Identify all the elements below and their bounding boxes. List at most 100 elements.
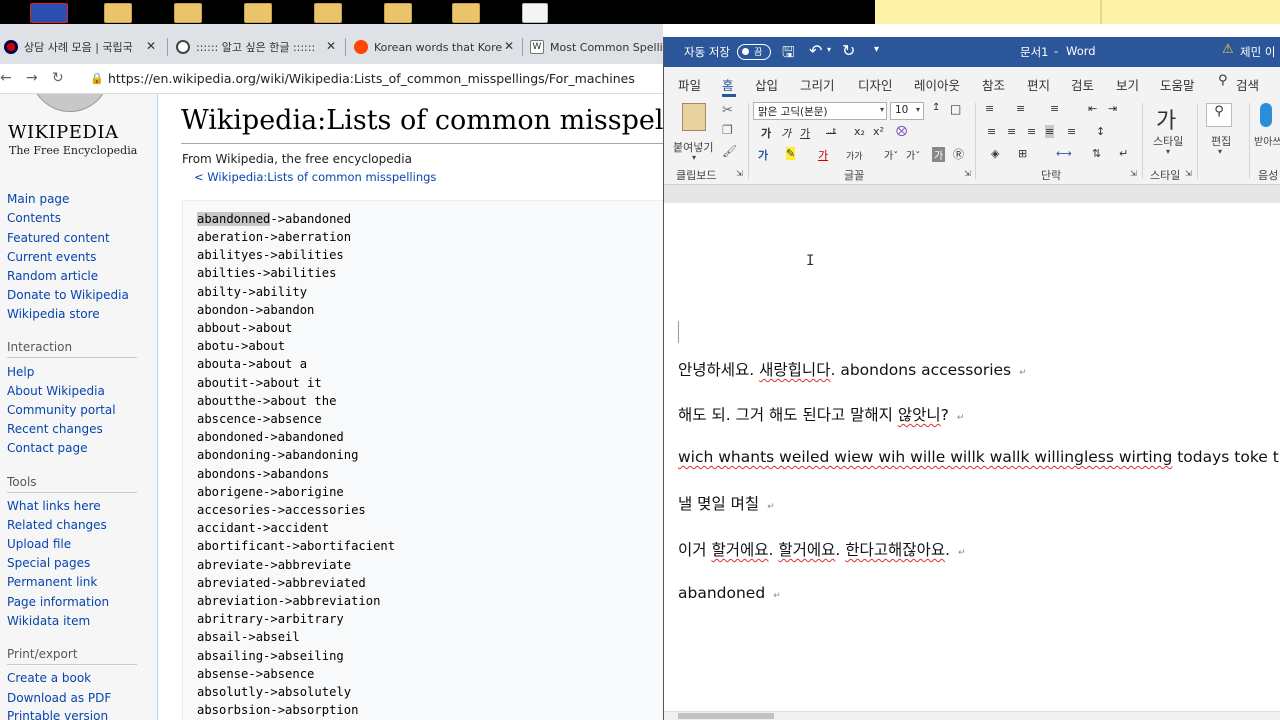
subscript-icon[interactable]: x₂	[854, 125, 865, 138]
sidebar-link-special-pages[interactable]: Special pages	[7, 556, 90, 570]
dialog-launcher-icon[interactable]: ⇲	[1130, 169, 1137, 178]
superscript-icon[interactable]: x²	[873, 125, 884, 138]
document-paragraph[interactable]: wich whants weiled wiew wih wille willk …	[678, 448, 1279, 466]
sidebar-link-random[interactable]: Random article	[7, 269, 98, 283]
sidebar-link-download-pdf[interactable]: Download as PDF	[7, 691, 111, 705]
sidebar-link-contact[interactable]: Contact page	[7, 441, 87, 455]
save-icon[interactable]: 🖫	[782, 42, 795, 67]
sidebar-link-store[interactable]: Wikipedia store	[7, 307, 100, 321]
dialog-launcher-icon[interactable]: ⇲	[736, 169, 743, 178]
undo-dropdown-icon[interactable]: ▾	[827, 45, 831, 54]
decrease-indent-icon[interactable]: ⇤	[1088, 102, 1097, 115]
tab-search[interactable]: 검색	[1236, 75, 1259, 94]
desktop-folder-icon[interactable]	[104, 3, 132, 23]
underline-icon[interactable]: 가	[800, 125, 810, 141]
sidebar-link-page-info[interactable]: Page information	[7, 595, 109, 609]
paste-icon[interactable]	[682, 103, 706, 131]
sidebar-link-what-links-here[interactable]: What links here	[7, 499, 101, 513]
sidebar-link-upload[interactable]: Upload file	[7, 537, 71, 551]
desktop-document-icon[interactable]	[522, 3, 548, 23]
bold-icon[interactable]: 가	[761, 125, 771, 141]
sidebar-link-recent-changes[interactable]: Recent changes	[7, 422, 103, 436]
scrollbar-thumb[interactable]	[678, 713, 774, 719]
dialog-launcher-icon[interactable]: ⇲	[1185, 169, 1192, 178]
wikipedia-logo[interactable]: WIKIPEDIA The Free Encyclopedia	[0, 94, 150, 169]
warning-icon[interactable]: ⚠	[1222, 42, 1234, 57]
asian-layout-icon[interactable]: ⟷	[1056, 147, 1072, 160]
sort-icon[interactable]: ⇅	[1092, 147, 1101, 160]
font-color-icon[interactable]: 가	[818, 147, 828, 163]
clear-format-icon[interactable]: ⨂	[896, 124, 907, 137]
font-dropdown-icon[interactable]: ▾	[880, 105, 884, 114]
show-marks-icon[interactable]: ↵	[1119, 147, 1128, 160]
bullets-icon[interactable]: ≡	[985, 102, 994, 115]
account-name[interactable]: 제민 이	[1240, 44, 1275, 60]
strikethrough-icon[interactable]: ᆄ	[826, 125, 836, 141]
borders-icon[interactable]: ⊞	[1018, 147, 1027, 160]
dictate-button[interactable]: 받아쓰기	[1254, 133, 1280, 148]
tab-home[interactable]: 홈	[722, 75, 734, 94]
desktop-folder-icon[interactable]	[244, 3, 272, 23]
tab-references[interactable]: 참조	[982, 75, 1005, 94]
dialog-launcher-icon[interactable]: ⇲	[964, 169, 971, 178]
sidebar-link-main-page[interactable]: Main page	[7, 192, 69, 206]
tab-insert[interactable]: 삽입	[755, 75, 778, 94]
format-painter-icon[interactable]: 🖌	[722, 144, 737, 158]
forward-arrow-icon[interactable]: →	[26, 70, 38, 86]
close-tab-icon[interactable]: ✕	[146, 39, 156, 53]
sidebar-link-about[interactable]: About Wikipedia	[7, 384, 105, 398]
customize-toolbar-icon[interactable]: ▾	[874, 44, 879, 55]
url-field[interactable]: https://en.wikipedia.org/wiki/Wikipedia:…	[108, 71, 635, 86]
paste-dropdown-icon[interactable]: ▾	[692, 153, 696, 162]
tab-wikipedia-active[interactable]: W Most Common Spelling	[526, 30, 663, 64]
close-tab-icon[interactable]: ✕	[504, 39, 514, 53]
styles-dropdown-icon[interactable]: ▾	[1166, 147, 1170, 156]
taskbar-app-icon[interactable]	[30, 3, 68, 23]
grow-font-icon[interactable]: ↥	[932, 102, 940, 113]
copy-icon[interactable]: ❐	[722, 123, 733, 137]
align-center-icon[interactable]: ≡	[1007, 125, 1016, 138]
char-shading-icon[interactable]: 가	[932, 147, 946, 162]
cut-icon[interactable]: ✂	[722, 103, 733, 118]
tab-review[interactable]: 검토	[1071, 75, 1094, 94]
shading-icon[interactable]: ◈	[991, 147, 999, 160]
back-arrow-icon[interactable]: ←	[0, 70, 12, 86]
desktop-folder-icon[interactable]	[452, 3, 480, 23]
enclose-char-icon[interactable]: Ⓡ	[953, 146, 964, 162]
sidebar-link-printable[interactable]: Printable version	[7, 709, 108, 720]
microphone-icon[interactable]	[1260, 103, 1272, 127]
sidebar-link-related-changes[interactable]: Related changes	[7, 518, 107, 532]
char-scale-icon[interactable]: 가가	[846, 149, 863, 162]
distribute-icon[interactable]: ≡	[1067, 125, 1076, 138]
sidebar-link-community[interactable]: Community portal	[7, 403, 116, 417]
sidebar-link-current-events[interactable]: Current events	[7, 250, 96, 264]
sidebar-link-wikidata[interactable]: Wikidata item	[7, 614, 90, 628]
autosave-toggle[interactable]: 끔	[737, 44, 771, 60]
redo-icon[interactable]: ↻	[842, 41, 855, 60]
tab-file[interactable]: 파일	[678, 75, 701, 94]
multilevel-list-icon[interactable]: ≡	[1050, 102, 1059, 115]
close-tab-icon[interactable]: ✕	[326, 39, 336, 53]
justify-icon[interactable]: ≡	[1045, 125, 1055, 138]
sidebar-link-permanent[interactable]: Permanent link	[7, 575, 97, 589]
document-paragraph[interactable]: 안녕하세요. 새랑힙니다. abondons accessories ↵	[678, 358, 1027, 380]
increase-indent-icon[interactable]: ⇥	[1108, 102, 1117, 115]
tab-layout[interactable]: 레이아웃	[914, 75, 960, 94]
document-paragraph[interactable]: 해도 되. 그거 해도 된다고 말해지 않앗니? ↵	[678, 403, 964, 425]
tab-hangul[interactable]: :::::: 알고 싶은 한글 :::::: ✕	[172, 30, 342, 64]
parent-page-link[interactable]: < Wikipedia:Lists of common misspellings	[194, 170, 436, 184]
line-spacing-icon[interactable]: ↕	[1096, 125, 1105, 138]
align-left-icon[interactable]: ≡	[987, 125, 996, 138]
tab-mailings[interactable]: 편지	[1027, 75, 1050, 94]
tab-draw[interactable]: 그리기	[800, 75, 835, 94]
enclose-icon[interactable]: 가ˇ	[906, 147, 920, 162]
tab-help[interactable]: 도움말	[1160, 75, 1195, 94]
phonetic-icon[interactable]: 가ˇ	[884, 147, 898, 162]
desktop-folder-icon[interactable]	[384, 3, 412, 23]
font-name-box[interactable]: 맑은 고딕(본문)	[753, 102, 887, 120]
reload-icon[interactable]: ↻	[52, 70, 64, 86]
document-paragraph[interactable]: abandoned ↵	[678, 584, 781, 602]
selected-text[interactable]: abandonned	[197, 212, 271, 226]
editing-dropdown-icon[interactable]: ▾	[1218, 147, 1222, 156]
undo-icon[interactable]: ↶	[809, 41, 822, 60]
